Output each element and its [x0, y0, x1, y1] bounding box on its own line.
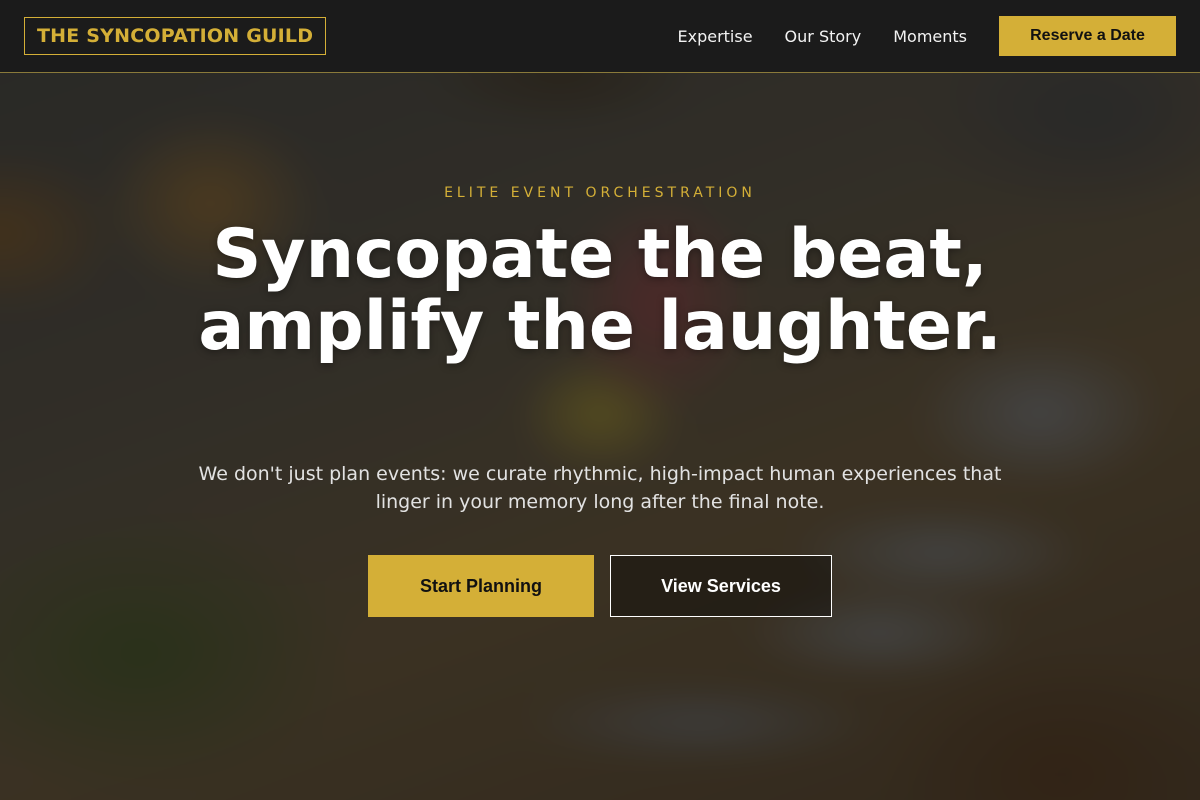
- site-header: THE SYNCOPATION GUILD Expertise Our Stor…: [0, 0, 1200, 73]
- hero-section: [0, 73, 1200, 800]
- hero-subtext: We don't just plan events: we curate rhy…: [198, 463, 1002, 513]
- view-services-button[interactable]: View Services: [610, 555, 832, 617]
- nav-link-our-story[interactable]: Our Story: [785, 27, 862, 46]
- hero-eyebrow: ELITE EVENT ORCHESTRATION: [444, 185, 756, 201]
- nav-link-expertise[interactable]: Expertise: [677, 27, 752, 46]
- reserve-date-button[interactable]: Reserve a Date: [999, 16, 1176, 56]
- hero-cta-group: Start Planning View Services: [0, 555, 1200, 617]
- start-planning-button[interactable]: Start Planning: [368, 555, 594, 617]
- hero-headline: Syncopate the beat, amplify the laughter…: [198, 215, 1002, 366]
- hero-overlay: [0, 73, 1200, 800]
- main-nav: Expertise Our Story Moments: [677, 27, 967, 46]
- nav-link-moments[interactable]: Moments: [893, 27, 967, 46]
- brand-logo[interactable]: THE SYNCOPATION GUILD: [24, 17, 327, 55]
